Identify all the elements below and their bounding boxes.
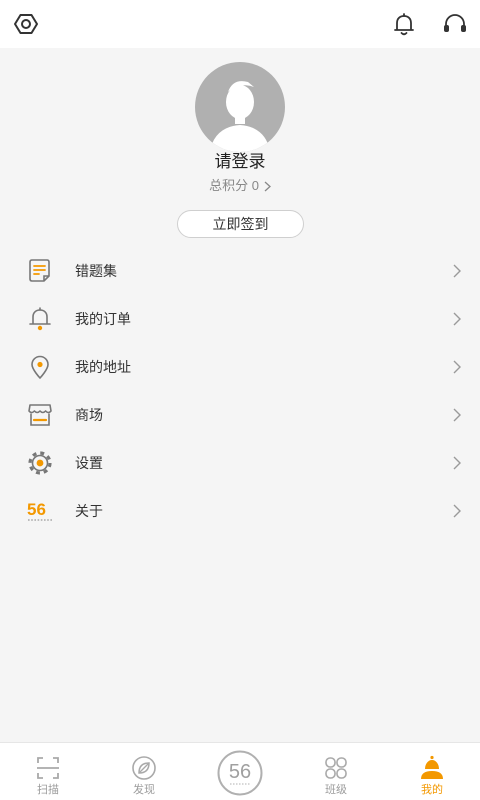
profile-screen: 请登录 总积分 0 立即签到 错题集 我的订单 我的地址 商场 设置 56 关于… [0,0,480,800]
tab-label: 扫描 [37,784,59,796]
tab-scan[interactable]: 扫描 [0,743,96,800]
tab-label: 班级 [325,784,347,796]
tab-label: 发现 [133,784,155,796]
menu-item-label: 设置 [75,455,103,471]
brand-logo-text: 56 [27,500,46,519]
bottom-tab-bar: 扫描 发现 56 班级 我的 [0,742,480,800]
badge-logo-text: 56 [229,761,251,783]
tab-class[interactable]: 班级 [288,743,384,800]
chevron-right-icon [452,408,462,422]
notification-bell-icon[interactable] [390,10,418,38]
menu-item-label: 我的地址 [75,359,131,375]
class-grid-icon [322,754,350,782]
brand-56-badge-icon: 56 [217,750,263,796]
points-link[interactable]: 总积分 0 [0,177,480,195]
menu-item-label: 关于 [75,503,103,519]
default-avatar-icon [209,81,271,152]
menu-item-label: 商场 [75,407,103,423]
tab-mine[interactable]: 我的 [384,743,480,800]
chevron-right-icon [452,360,462,374]
gear-icon [26,449,54,477]
notebook-icon [26,257,54,285]
store-icon [26,401,54,429]
menu-item-address[interactable]: 我的地址 [0,343,480,391]
chevron-right-icon [452,456,462,470]
sign-in-button[interactable]: 立即签到 [177,210,304,238]
compass-leaf-icon [130,754,158,782]
points-label: 总积分 0 [209,178,259,193]
avatar[interactable] [195,62,285,152]
menu-list: 错题集 我的订单 我的地址 商场 设置 56 关于 [0,247,480,535]
menu-item-orders[interactable]: 我的订单 [0,295,480,343]
menu-item-label: 我的订单 [75,311,131,327]
tab-home-badge[interactable]: 56 [192,743,288,800]
menu-item-settings[interactable]: 设置 [0,439,480,487]
bell-icon [26,305,54,333]
menu-item-store[interactable]: 商场 [0,391,480,439]
customer-service-headset-icon[interactable] [441,10,469,38]
chevron-right-icon [452,312,462,326]
chevron-right-icon [452,264,462,278]
top-bar [0,0,480,48]
location-pin-icon [26,353,54,381]
brand-56-logo-icon: 56 [26,497,54,525]
tab-label: 我的 [421,784,443,796]
menu-item-about[interactable]: 56 关于 [0,487,480,535]
settings-hexagon-icon[interactable] [12,10,40,38]
scan-icon [34,754,62,782]
tab-discover[interactable]: 发现 [96,743,192,800]
menu-item-mistakes[interactable]: 错题集 [0,247,480,295]
menu-item-label: 错题集 [75,263,117,279]
profile-person-icon [418,754,446,782]
chevron-right-icon [452,504,462,518]
login-prompt[interactable]: 请登录 [0,150,480,174]
chevron-right-icon [264,181,271,191]
